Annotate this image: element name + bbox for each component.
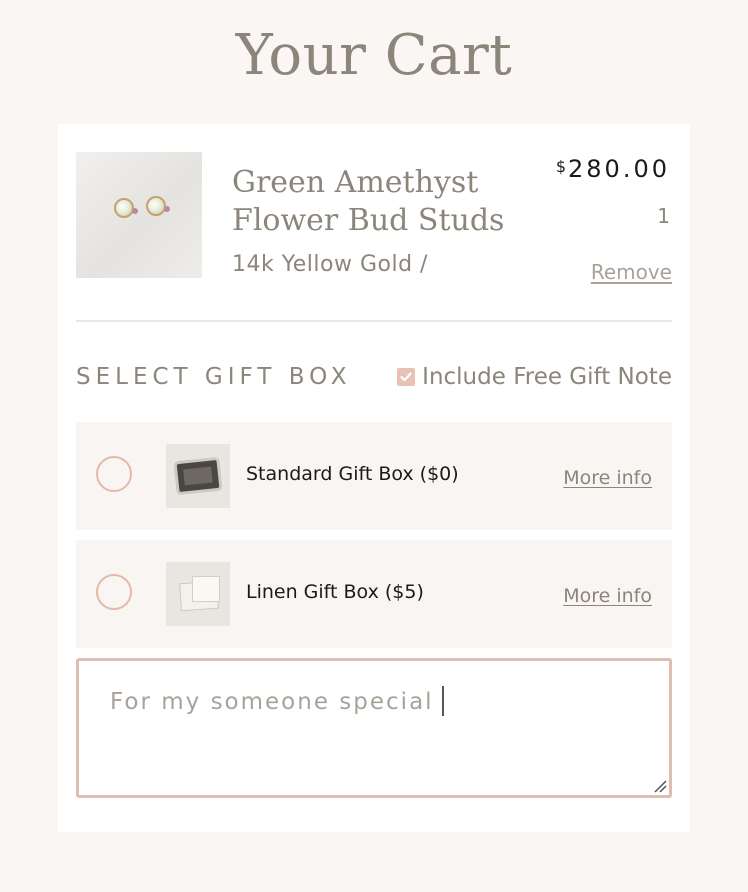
more-info-link[interactable]: More info xyxy=(563,582,652,610)
gift-box-heading: SELECT GIFT BOX xyxy=(76,364,352,390)
remove-link[interactable]: Remove xyxy=(591,258,672,286)
gift-option-label: Standard Gift Box ($0) xyxy=(246,463,459,485)
earring-gem-right-icon xyxy=(164,206,170,212)
product-quantity[interactable]: 1 xyxy=(657,202,670,230)
price-amount: 280.00 xyxy=(568,155,670,183)
cart-card: Green Amethyst Flower Bud Studs 14k Yell… xyxy=(58,124,690,832)
resize-handle-icon[interactable] xyxy=(651,777,667,793)
checkmark-icon xyxy=(400,372,412,382)
gift-option-radio[interactable] xyxy=(96,574,132,610)
earring-gem-left-icon xyxy=(132,208,138,214)
currency-symbol: $ xyxy=(555,157,567,176)
divider xyxy=(76,320,672,322)
product-price: $280.00 xyxy=(556,152,670,186)
gift-note-text: For my someone special xyxy=(110,689,434,715)
page-title: Your Cart xyxy=(235,23,513,88)
gift-option-label: Linen Gift Box ($5) xyxy=(246,581,424,603)
gift-note-label: Include Free Gift Note xyxy=(422,364,672,390)
linen-gift-box-photo-icon xyxy=(166,562,230,626)
product-variant: 14k Yellow Gold / xyxy=(232,252,428,277)
text-caret xyxy=(442,686,444,716)
earring-stud-right-icon xyxy=(146,196,166,216)
product-name[interactable]: Green Amethyst Flower Bud Studs xyxy=(232,164,522,240)
product-image[interactable] xyxy=(76,152,202,278)
gift-note-textarea[interactable]: For my someone special xyxy=(76,658,672,798)
gift-option-standard[interactable]: Standard Gift Box ($0) More info xyxy=(76,422,672,530)
gift-note-checkbox[interactable] xyxy=(397,368,416,386)
more-info-link[interactable]: More info xyxy=(563,464,652,492)
gift-note-toggle[interactable]: Include Free Gift Note xyxy=(397,362,672,392)
earring-stud-left-icon xyxy=(114,198,134,218)
gift-option-linen[interactable]: Linen Gift Box ($5) More info xyxy=(76,540,672,648)
dark-gift-box-photo-icon xyxy=(166,444,230,508)
gift-option-radio[interactable] xyxy=(96,456,132,492)
